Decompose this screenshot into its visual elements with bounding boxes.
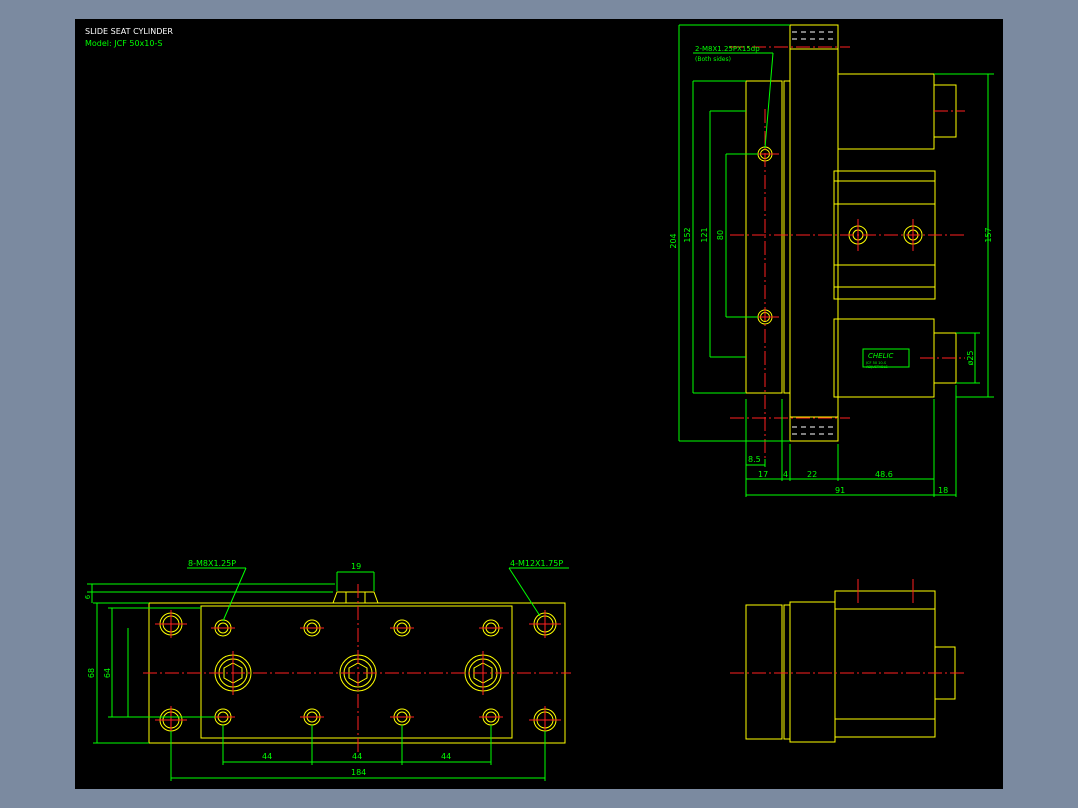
side-tap-note: (Both sides) [695,56,731,63]
dim-44-a: 44 [262,752,272,761]
dim-68: 68 [87,668,96,678]
dim-6: 6 [84,594,92,599]
drawing-title: SLIDE SEAT CYLINDER [85,27,173,36]
side-view: CHELIC JCF 50 10-S ADJUSTABLE 204 152 12… [669,24,994,497]
cad-drawing: SLIDE SEAT CYLINDER Model: JCF 50x10-S C… [84,24,994,781]
dim-22: 22 [807,470,817,479]
side-tap-callout: 2-M8X1.25PX15dp [695,45,760,53]
dim-48-6: 48.6 [875,470,893,479]
dim-8-5: 8.5 [748,455,761,464]
model-label: Model: JCF 50x10-S [85,39,162,48]
dim-19: 19 [351,562,361,571]
dim-44-c: 44 [441,752,451,761]
drawing-sheet: SLIDE SEAT CYLINDER Model: JCF 50x10-S C… [75,19,1003,789]
dim-121: 121 [700,227,709,242]
side-upper-block [837,73,935,150]
dim-4: 4 [783,470,788,479]
end-slide-seat [789,601,836,743]
side-back-plate [745,80,783,394]
dim-152: 152 [683,227,692,242]
dim-204: 204 [669,233,678,248]
bottom-tap-callout-right: 4-M12X1.75P [510,559,563,568]
end-back-plate [745,604,783,740]
end-cylinder-body [834,590,936,738]
dim-17: 17 [758,470,768,479]
side-slide-seat [789,24,839,442]
bottom-tap-callout-left: 8-M8X1.25P [188,559,236,568]
end-view [730,579,965,743]
dim-phi25: ø25 [966,350,975,365]
dim-18: 18 [938,486,948,495]
dim-80: 80 [716,230,725,240]
svg-text:CHELIC: CHELIC [868,352,894,360]
bottom-view: 19 6 68 64 44 44 44 184 8-M8X1.25P 4-M12… [84,559,571,781]
dim-64: 64 [103,668,112,678]
svg-text:ADJUSTABLE: ADJUSTABLE [866,365,888,369]
dim-184: 184 [351,768,366,777]
dim-157: 157 [984,227,993,242]
dim-44-b: 44 [352,752,362,761]
dim-91: 91 [835,486,845,495]
